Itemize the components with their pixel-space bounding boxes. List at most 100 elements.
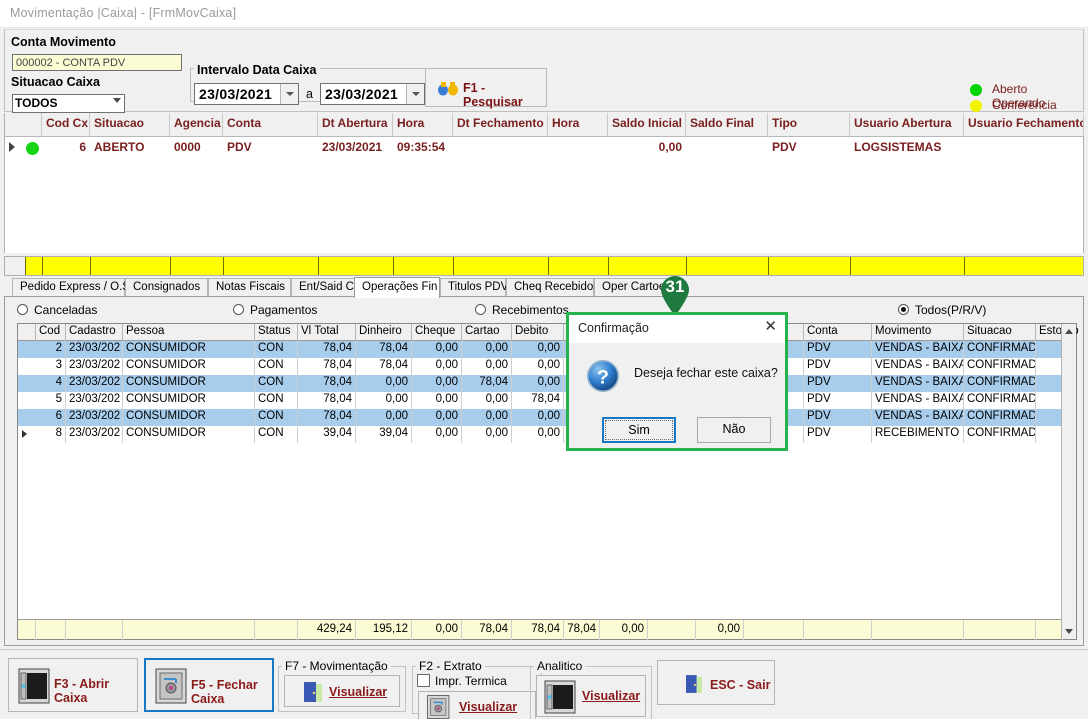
cell-debito: 0,00 bbox=[512, 426, 564, 443]
extrato-visualizar-button[interactable]: Visualizar bbox=[418, 691, 536, 719]
window-titlebar: Movimentação |Caixa| - [FrmMovCaixa] bbox=[0, 0, 1088, 28]
close-icon[interactable]: ✕ bbox=[764, 318, 777, 336]
cell-cheque: 0,00 bbox=[412, 426, 462, 443]
situacao-caixa-select[interactable]: TODOS bbox=[12, 94, 125, 113]
data-grid-totals-row: 429,24 195,12 0,00 78,04 78,04 78,04 0,0… bbox=[18, 619, 1076, 640]
cell-pessoa: CONSUMIDOR bbox=[123, 409, 255, 426]
caixa-grid[interactable]: Cod Cx Situacao Agencia Conta Dt Abertur… bbox=[4, 113, 1084, 253]
table-row[interactable]: 6 23/03/202 CONSUMIDOR CON 78,04 0,00 0,00 0,00… bbox=[18, 409, 1076, 426]
fechar-caixa-button[interactable]: F5 - Fechar Caixa bbox=[144, 658, 274, 712]
table-row[interactable]: 4 23/03/202 CONSUMIDOR CON 78,04 0,00 0,00 78,0… bbox=[18, 375, 1076, 392]
dcol-cheque[interactable]: Cheque bbox=[412, 324, 462, 341]
col-situacao[interactable]: Situacao bbox=[90, 113, 170, 136]
analitico-visualizar-button[interactable]: Visualizar bbox=[536, 675, 646, 717]
scroll-up-icon[interactable] bbox=[1065, 329, 1073, 334]
total-debito: 78,04 bbox=[512, 620, 564, 640]
bottom-toolbar: F3 - Abrir Caixa F5 - Fechar Caixa F7 - … bbox=[0, 649, 1088, 719]
movimentacao-group-label: F7 - Movimentação bbox=[282, 659, 391, 673]
tab-titulos-pdv[interactable]: Titulos PDV bbox=[440, 278, 508, 297]
caixa-grid-summary-strip bbox=[4, 256, 1084, 276]
col-hora[interactable]: Hora bbox=[393, 113, 453, 136]
cell-estorno bbox=[1036, 409, 1063, 426]
question-icon: ? bbox=[586, 359, 620, 393]
col-saldo-inicial[interactable]: Saldo Inicial bbox=[608, 113, 686, 136]
dcol-debito[interactable]: Debito bbox=[512, 324, 564, 341]
dcol-cartao[interactable]: Cartao bbox=[462, 324, 512, 341]
cell-dinheiro: 0,00 bbox=[356, 375, 412, 392]
cell-cheque: 0,00 bbox=[412, 358, 462, 375]
dcol-dinheiro[interactable]: Dinheiro bbox=[356, 324, 412, 341]
cell-pessoa: CONSUMIDOR bbox=[123, 426, 255, 443]
dcol-movimento[interactable]: Movimento bbox=[872, 324, 964, 341]
dialog-title: Confirmação bbox=[578, 321, 649, 335]
status-dot-green bbox=[970, 84, 982, 96]
col-saldo-final[interactable]: Saldo Final bbox=[686, 113, 768, 136]
data-grid-vertical-scrollbar[interactable] bbox=[1061, 324, 1076, 639]
cell-cod: 2 bbox=[36, 341, 66, 358]
cell-cod: 5 bbox=[36, 392, 66, 409]
dialog-titlebar: Confirmação ✕ bbox=[569, 315, 785, 343]
cell-situacao: CONFIRMADO bbox=[964, 358, 1036, 375]
cell-cartao: 0,00 bbox=[462, 341, 512, 358]
tab-pedido-express[interactable]: Pedido Express / O.S bbox=[12, 278, 130, 297]
chevron-down-icon bbox=[412, 92, 420, 96]
radio-canceladas[interactable]: Canceladas bbox=[17, 303, 97, 317]
col-dt-fechamento[interactable]: Dt Fechamento bbox=[453, 113, 548, 136]
confirmation-dialog-highlight: Confirmação ✕ ? Deseja fechar este caixa… bbox=[566, 312, 788, 451]
dialog-body: ? Deseja fechar este caixa? Sim Não bbox=[569, 343, 785, 448]
cell-cod: 8 bbox=[36, 426, 66, 443]
dcol-cod[interactable]: Cod bbox=[36, 324, 66, 341]
col-dt-abertura[interactable]: Dt Abertura bbox=[318, 113, 393, 136]
radio-pagamentos[interactable]: Pagamentos bbox=[233, 303, 317, 317]
dcol-vl-total[interactable]: Vl Total bbox=[298, 324, 356, 341]
dialog-no-button[interactable]: Não bbox=[697, 417, 771, 443]
tab-operacoes-fin[interactable]: Operações Fin bbox=[354, 277, 440, 298]
dcol-status[interactable]: Status bbox=[255, 324, 298, 341]
scroll-down-icon[interactable] bbox=[1065, 629, 1073, 634]
dcol-cadastro[interactable]: Cadastro bbox=[66, 324, 123, 341]
cell-usuario-abertura: LOGSISTEMAS bbox=[854, 140, 942, 154]
conta-movimento-label: Conta Movimento bbox=[11, 35, 116, 49]
col-usuario-fechamento[interactable]: Usuario Fechamento bbox=[964, 113, 1084, 136]
cell-hora: 09:35:54 bbox=[397, 140, 446, 154]
table-row[interactable]: 2 23/03/202 CONSUMIDOR CON 78,04 78,04 0,00 0,0… bbox=[18, 341, 1076, 358]
cell-situacao: CONFIRMADO bbox=[964, 392, 1036, 409]
table-row[interactable]: 3 23/03/202 CONSUMIDOR CON 78,04 78,04 0,00 0,0… bbox=[18, 358, 1076, 375]
conta-movimento-input[interactable]: 000002 - CONTA PDV bbox=[12, 54, 182, 71]
tab-notas-fiscais[interactable]: Notas Fiscais bbox=[208, 278, 291, 297]
tab-cheq-recebidos[interactable]: Cheq Recebidos bbox=[506, 278, 599, 297]
movimentacao-visualizar-button[interactable]: Visualizar bbox=[284, 675, 400, 707]
radio-recebimentos[interactable]: Recebimentos bbox=[475, 303, 569, 317]
col-usuario-abertura[interactable]: Usuario Abertura bbox=[850, 113, 964, 136]
radio-todos[interactable]: Todos(P/R/V) bbox=[898, 303, 986, 317]
dcol-conta[interactable]: Conta bbox=[804, 324, 872, 341]
safe-closed-icon bbox=[155, 668, 187, 704]
date-from-dropdown[interactable] bbox=[280, 84, 298, 104]
table-row[interactable]: 8 23/03/202 CONSUMIDOR CON 39,04 39,04 0,00 0,0… bbox=[18, 426, 1076, 443]
col-cod-cx[interactable]: Cod Cx bbox=[42, 113, 90, 136]
cell-usuario-fechamento bbox=[964, 137, 1084, 159]
operacoes-data-grid[interactable]: Cod Cadastro Pessoa Status Vl Total Dinh… bbox=[17, 323, 1079, 640]
dcol-marker bbox=[18, 324, 36, 341]
tab-consignados[interactable]: Consignados bbox=[125, 278, 208, 297]
col-conta[interactable]: Conta bbox=[223, 113, 318, 136]
impr-termica-checkbox[interactable]: Impr. Termica bbox=[417, 674, 507, 688]
legend-item-aberto: Aberto Operando bbox=[970, 82, 1083, 110]
cell-vl-total: 78,04 bbox=[298, 375, 356, 392]
chevron-down-icon bbox=[286, 92, 294, 96]
col-agencia[interactable]: Agencia bbox=[170, 113, 223, 136]
date-to-dropdown[interactable] bbox=[406, 84, 424, 104]
abrir-caixa-button[interactable]: F3 - Abrir Caixa bbox=[8, 658, 138, 712]
date-from-input[interactable]: 23/03/2021 bbox=[194, 83, 299, 105]
date-to-input[interactable]: 23/03/2021 bbox=[320, 83, 425, 105]
sair-button[interactable]: ESC - Sair bbox=[657, 660, 775, 705]
dcol-situacao[interactable]: Situacao bbox=[964, 324, 1036, 341]
caixa-grid-row[interactable]: 6 ABERTO 0000 PDV 23/03/2021 09:35:54 0,… bbox=[5, 137, 1083, 159]
col-tipo[interactable]: Tipo bbox=[768, 113, 850, 136]
col-hora-2[interactable]: Hora bbox=[548, 113, 608, 136]
table-row[interactable]: 5 23/03/202 CONSUMIDOR CON 78,04 0,00 0,00 0,00… bbox=[18, 392, 1076, 409]
pesquisar-button[interactable]: F1 - Pesquisar bbox=[425, 68, 547, 109]
dcol-pessoa[interactable]: Pessoa bbox=[123, 324, 255, 341]
dialog-yes-button[interactable]: Sim bbox=[602, 417, 676, 443]
col-marker bbox=[5, 113, 42, 136]
